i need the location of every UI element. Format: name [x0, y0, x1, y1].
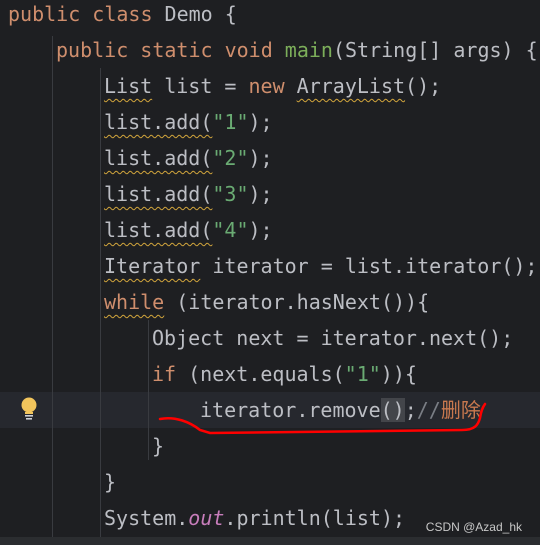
code-editor[interactable]: public class Demo {public static void ma…: [0, 0, 540, 537]
red-annotation-underline: [158, 402, 487, 435]
watermark: CSDN @Azad_hk: [425, 520, 522, 534]
horizontal-scrollbar[interactable]: [0, 537, 540, 545]
